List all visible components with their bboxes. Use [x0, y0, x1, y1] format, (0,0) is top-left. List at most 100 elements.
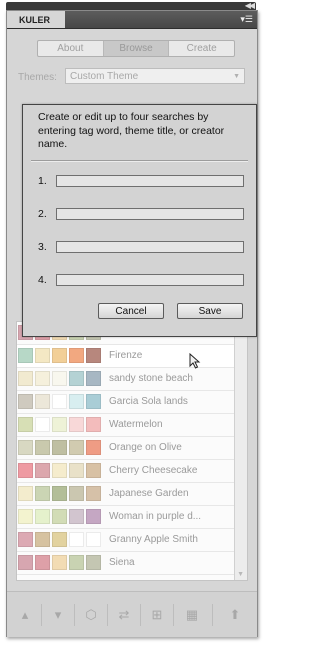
browse-tab[interactable]: Browse — [103, 41, 170, 56]
color-swatch — [18, 532, 33, 547]
color-swatch — [86, 394, 101, 409]
theme-row[interactable]: Granny Apple Smith — [17, 529, 234, 552]
about-tab[interactable]: About — [38, 41, 104, 56]
theme-row[interactable]: Siena — [17, 552, 234, 575]
color-swatch — [69, 532, 84, 547]
theme-list: SienaFirenze▼sandy stone beachGarcia Sol… — [16, 321, 248, 581]
color-swatch — [69, 394, 84, 409]
toolbar-divider — [212, 604, 213, 626]
color-swatch — [52, 463, 67, 478]
list-scrollbar[interactable]: ▼ — [234, 322, 247, 580]
color-swatch — [35, 463, 50, 478]
color-swatch — [52, 555, 67, 570]
color-swatch — [18, 348, 33, 363]
search-2-input[interactable] — [56, 208, 244, 220]
themes-dropdown-value: Custom Theme — [70, 71, 139, 82]
color-swatch — [18, 417, 33, 432]
color-swatch — [52, 417, 67, 432]
toolbar-divider — [107, 604, 108, 626]
edit-searches-dialog: Create or edit up to four searches by en… — [22, 104, 257, 337]
search-1-label: 1. — [38, 175, 47, 187]
color-swatch — [52, 371, 67, 386]
color-swatch — [86, 532, 101, 547]
color-swatch — [86, 486, 101, 501]
color-swatch — [86, 440, 101, 455]
view-switcher: About Browse Create — [37, 40, 235, 57]
color-swatch — [69, 463, 84, 478]
color-swatch — [52, 509, 67, 524]
color-swatch — [35, 440, 50, 455]
color-swatch — [86, 555, 101, 570]
color-swatch — [52, 440, 67, 455]
color-swatch — [69, 371, 84, 386]
add-to-swatches-icon[interactable]: ⊞ — [148, 606, 166, 624]
theme-row[interactable]: Japanese Garden — [17, 483, 234, 506]
theme-name: Siena — [109, 557, 135, 568]
theme-name: Cherry Cheesecake — [109, 465, 198, 476]
color-swatch — [35, 348, 50, 363]
theme-row[interactable]: Firenze▼ — [17, 345, 247, 368]
color-swatch — [52, 486, 67, 501]
themes-dropdown[interactable]: Custom Theme ▼ — [65, 68, 245, 84]
theme-row[interactable]: Garcia Sola lands — [17, 391, 234, 414]
color-swatch — [86, 509, 101, 524]
color-swatch — [35, 394, 50, 409]
color-swatch — [69, 440, 84, 455]
dialog-description: Create or edit up to four searches by en… — [38, 111, 225, 150]
color-swatch — [69, 417, 84, 432]
color-swatch — [35, 509, 50, 524]
theme-row[interactable]: sandy stone beach — [17, 368, 234, 391]
color-swatch — [35, 371, 50, 386]
search-3-input[interactable] — [56, 241, 244, 253]
search-1-input[interactable] — [56, 175, 244, 187]
color-swatch — [86, 463, 101, 478]
panel-menu-icon[interactable]: ▾☰ — [240, 14, 253, 25]
search-4-input[interactable] — [56, 274, 244, 286]
save-button[interactable]: Save — [177, 303, 243, 319]
color-swatch — [35, 532, 50, 547]
mouse-pointer-icon — [189, 353, 201, 369]
color-swatch — [52, 394, 67, 409]
panel-tab-kuler[interactable]: KULER — [7, 11, 65, 28]
color-swatch — [18, 371, 33, 386]
search-3-label: 3. — [38, 241, 47, 253]
theme-row[interactable]: Cherry Cheesecake — [17, 460, 234, 483]
theme-row[interactable]: Orange on Olive — [17, 437, 234, 460]
color-swatch — [18, 486, 33, 501]
hexagon-share-icon[interactable]: ⬡ — [82, 606, 100, 624]
theme-name: Watermelon — [109, 419, 163, 430]
theme-name: Woman in purple d... — [109, 511, 202, 522]
color-swatch — [86, 348, 101, 363]
theme-row[interactable]: Woman in purple d... — [17, 506, 234, 529]
theme-row[interactable]: Watermelon — [17, 414, 234, 437]
search-2-label: 2. — [38, 208, 47, 220]
theme-name: Firenze — [109, 350, 143, 361]
move-down-icon[interactable]: ▾ — [49, 606, 67, 624]
bottom-toolbar: ▴ ▾ ⬡ ⇄ ⊞ ▦ ⬆ — [7, 591, 257, 637]
swap-colors-icon[interactable]: ⇄ — [115, 606, 133, 624]
color-swatch — [18, 463, 33, 478]
dialog-divider — [31, 160, 248, 162]
panel-title-strip: ◀◀ — [6, 1, 256, 10]
color-swatch — [52, 532, 67, 547]
color-swatch — [18, 509, 33, 524]
color-swatch — [69, 555, 84, 570]
color-swatch — [86, 371, 101, 386]
scroll-down-arrow-icon[interactable]: ▼ — [237, 571, 244, 578]
collapse-icon[interactable]: ◀◀ — [245, 1, 255, 10]
color-swatch — [18, 394, 33, 409]
theme-name: Orange on Olive — [109, 442, 182, 453]
theme-name: Japanese Garden — [109, 488, 189, 499]
cancel-button[interactable]: Cancel — [98, 303, 164, 319]
move-up-icon[interactable]: ▴ — [16, 606, 34, 624]
color-swatch — [69, 348, 84, 363]
color-swatch — [86, 417, 101, 432]
search-4-label: 4. — [38, 274, 47, 286]
grid-edit-icon[interactable]: ▦ — [183, 606, 201, 624]
themes-label: Themes: — [18, 72, 57, 83]
color-swatch — [69, 486, 84, 501]
create-tab[interactable]: Create — [169, 41, 234, 56]
toolbar-divider — [74, 604, 75, 626]
upload-icon[interactable]: ⬆ — [226, 606, 244, 624]
color-swatch — [35, 417, 50, 432]
